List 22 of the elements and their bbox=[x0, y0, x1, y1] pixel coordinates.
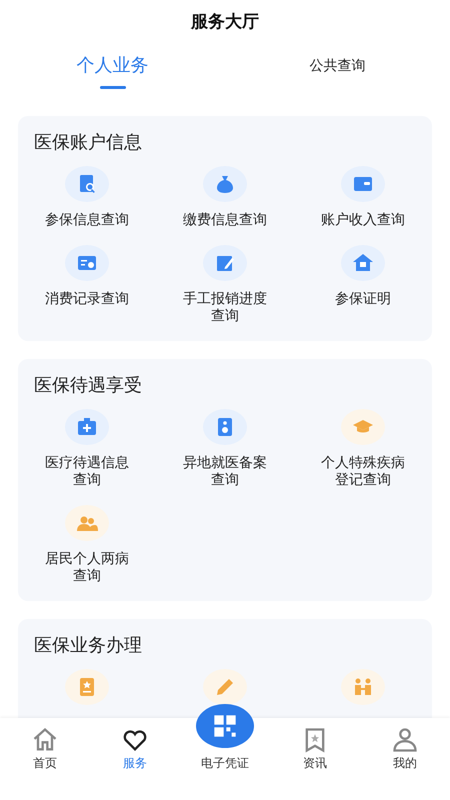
tab[interactable]: 个人业务 bbox=[0, 52, 225, 96]
service-item[interactable]: 医疗待遇信息查询 bbox=[18, 409, 156, 489]
service-item[interactable]: 居民个人两病查询 bbox=[18, 505, 156, 585]
tab[interactable]: 公共查询 bbox=[225, 52, 450, 96]
service-item[interactable]: 缴费信息查询 bbox=[156, 166, 294, 229]
section-title: 医保待遇享受 bbox=[34, 374, 143, 397]
section-title: 医保账户信息 bbox=[34, 131, 143, 154]
scan-tab[interactable]: 电子凭证 bbox=[180, 704, 270, 772]
nav-icon bbox=[391, 726, 419, 754]
service-item[interactable]: 消费记录查询 bbox=[18, 245, 156, 325]
service-item[interactable]: 个人特殊疾病登记查询 bbox=[294, 409, 432, 489]
nav-tab[interactable]: 资讯 bbox=[270, 718, 360, 772]
service-item[interactable]: 账户收入查询 bbox=[294, 166, 432, 229]
service-item[interactable]: 异地就医备案查询 bbox=[156, 409, 294, 489]
nav-tab[interactable]: 服务 bbox=[90, 718, 180, 772]
service-item[interactable]: 手工报销进度查询 bbox=[156, 245, 294, 325]
nav-tab[interactable]: 首页 bbox=[0, 718, 90, 772]
nav-tab[interactable]: 我的 bbox=[360, 718, 450, 772]
service-item[interactable]: 参保证明 bbox=[294, 245, 432, 325]
section-title: 医保业务办理 bbox=[34, 634, 143, 657]
service-item[interactable]: 参保信息查询 bbox=[18, 166, 156, 229]
page-title: 服务大厅 bbox=[190, 11, 260, 34]
